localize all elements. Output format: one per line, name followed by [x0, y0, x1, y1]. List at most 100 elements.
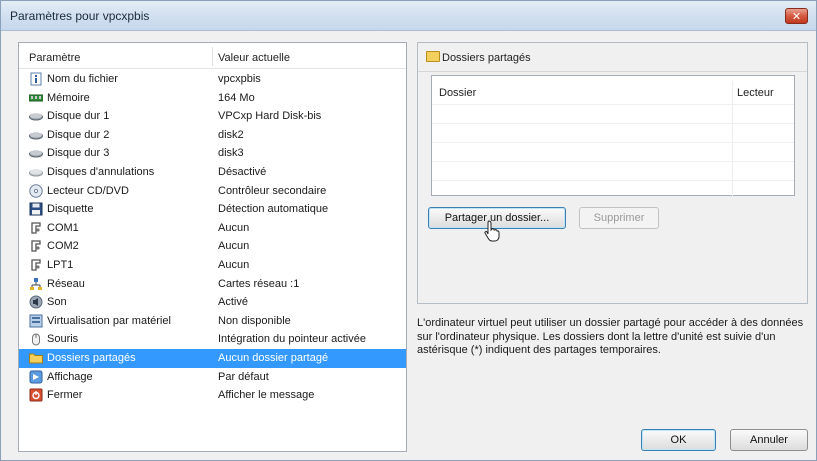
settings-row[interactable]: Dossiers partagés Aucun dossier partagé	[19, 348, 406, 368]
settings-row[interactable]: Disque dur 1 VPCxp Hard Disk-bis	[19, 107, 406, 126]
shared-folders-title: Dossiers partagés	[442, 52, 531, 64]
settings-row[interactable]: Disque dur 2 disk2	[19, 126, 406, 145]
setting-name: Disquette	[47, 203, 94, 216]
title-bar[interactable]: Paramètres pour vpcxpbis ✕	[1, 1, 816, 31]
port-icon	[29, 239, 43, 253]
setting-value: disk2	[218, 128, 244, 141]
window-title: Paramètres pour vpcxpbis	[10, 9, 150, 23]
display-icon	[29, 370, 43, 384]
delete-button[interactable]: Supprimer	[579, 207, 659, 229]
mouse-icon	[29, 332, 43, 346]
setting-value: Afficher le message	[218, 389, 315, 402]
table-grid-line	[432, 161, 794, 162]
close-icon: ✕	[791, 9, 802, 23]
setting-value: disk3	[218, 147, 244, 160]
setting-name: Affichage	[47, 370, 93, 383]
settings-row[interactable]: COM2 Aucun	[19, 237, 406, 256]
settings-row[interactable]: Nom du fichier vpcxpbis	[19, 70, 406, 89]
floppy-icon	[29, 202, 43, 216]
ok-button[interactable]: OK	[641, 429, 716, 451]
network-icon	[29, 277, 43, 291]
setting-value: 164 Mo	[218, 91, 255, 104]
setting-value: Aucun	[218, 240, 250, 253]
setting-name: LPT1	[47, 258, 74, 271]
setting-value: Détection automatique	[218, 203, 329, 216]
setting-name: Réseau	[47, 277, 85, 290]
setting-name: Virtualisation par matériel	[47, 314, 171, 327]
close-window-button[interactable]: ✕	[785, 8, 808, 24]
setting-value: Désactivé	[218, 165, 267, 178]
shared-folders-table[interactable]: Dossier Lecteur	[431, 75, 795, 196]
setting-value: Cartes réseau :1	[218, 277, 300, 290]
table-header-folder[interactable]: Dossier	[439, 87, 476, 99]
sound-icon	[29, 295, 43, 309]
settings-row[interactable]: LPT1 Aucun	[19, 256, 406, 275]
setting-name: Disque dur 3	[47, 147, 110, 160]
settings-rows: Nom du fichier vpcxpbis Mémoire 164 Mo Disqu…	[19, 70, 406, 405]
mouse-cursor-icon	[484, 220, 500, 242]
close-setting-icon	[29, 388, 43, 402]
settings-dialog: Paramètres pour vpcxpbis ✕ Paramètre Val…	[0, 0, 817, 461]
setting-value: Non disponible	[218, 314, 291, 327]
table-header-drive[interactable]: Lecteur	[737, 87, 774, 99]
info-icon	[29, 72, 43, 86]
setting-name: Disques d'annulations	[47, 165, 155, 178]
hard-disk-icon	[29, 109, 43, 123]
settings-row[interactable]: COM1 Aucun	[19, 219, 406, 238]
table-grid-line	[432, 123, 794, 124]
column-header-param[interactable]: Paramètre	[29, 52, 80, 64]
setting-name: Souris	[47, 333, 79, 346]
shared-folder-icon	[29, 351, 43, 365]
setting-value: Aucun	[218, 258, 250, 271]
setting-value: Intégration du pointeur activée	[218, 333, 366, 346]
setting-value: Par défaut	[218, 370, 269, 383]
setting-name: Son	[47, 296, 67, 309]
settings-row[interactable]: Souris Intégration du pointeur activée	[19, 330, 406, 349]
setting-name: COM2	[47, 240, 79, 253]
settings-list-header: Paramètre Valeur actuelle	[19, 43, 406, 69]
shared-folders-info: L'ordinateur virtuel peut utiliser un do…	[417, 317, 804, 356]
column-header-value[interactable]: Valeur actuelle	[218, 52, 290, 64]
shared-folders-heading: Dossiers partagés	[426, 51, 531, 64]
hardware-virtualization-icon	[29, 314, 43, 328]
table-grid-line	[432, 180, 794, 181]
settings-row[interactable]: Lecteur CD/DVD Contrôleur secondaire	[19, 182, 406, 201]
setting-name: Disque dur 1	[47, 110, 110, 123]
memory-icon	[28, 91, 44, 105]
setting-name: Disque dur 2	[47, 128, 110, 141]
setting-name: Lecteur CD/DVD	[47, 184, 129, 197]
hard-disk-icon	[29, 128, 43, 142]
setting-name: Fermer	[47, 389, 83, 402]
cancel-button[interactable]: Annuler	[730, 429, 808, 451]
folder-icon	[426, 51, 440, 62]
hard-disk-icon	[29, 146, 43, 160]
undo-disk-icon	[29, 165, 43, 179]
setting-value: Aucun dossier partagé	[218, 351, 329, 364]
setting-name: COM1	[47, 221, 79, 234]
settings-row[interactable]: Fermer Afficher le message	[19, 386, 406, 405]
table-header-line	[432, 104, 794, 105]
settings-row[interactable]: Mémoire 164 Mo	[19, 89, 406, 108]
settings-row[interactable]: Disques d'annulations Désactivé	[19, 163, 406, 182]
setting-value: VPCxp Hard Disk-bis	[218, 110, 322, 123]
settings-row[interactable]: Disquette Détection automatique	[19, 200, 406, 219]
settings-row[interactable]: Affichage Par défaut	[19, 368, 406, 387]
cd-dvd-icon	[29, 183, 43, 198]
table-grid-line	[432, 142, 794, 143]
setting-value: Contrôleur secondaire	[218, 184, 327, 197]
setting-name: Dossiers partagés	[47, 351, 136, 364]
settings-row[interactable]: Réseau Cartes réseau :1	[19, 275, 406, 294]
setting-value: Aucun	[218, 221, 250, 234]
shared-folders-panel: Dossiers partagés Dossier Lecteur	[417, 42, 808, 304]
setting-name: Mémoire	[47, 91, 90, 104]
port-icon	[29, 221, 43, 235]
settings-list: Paramètre Valeur actuelle Nom du fichier…	[18, 42, 407, 452]
settings-row[interactable]: Son Activé	[19, 293, 406, 312]
divider	[418, 71, 807, 72]
column-separator[interactable]	[212, 47, 213, 66]
settings-row[interactable]: Disque dur 3 disk3	[19, 144, 406, 163]
setting-value: Activé	[218, 296, 248, 309]
setting-name: Nom du fichier	[47, 73, 118, 85]
port-icon	[29, 258, 43, 272]
settings-row[interactable]: Virtualisation par matériel Non disponibl…	[19, 312, 406, 331]
